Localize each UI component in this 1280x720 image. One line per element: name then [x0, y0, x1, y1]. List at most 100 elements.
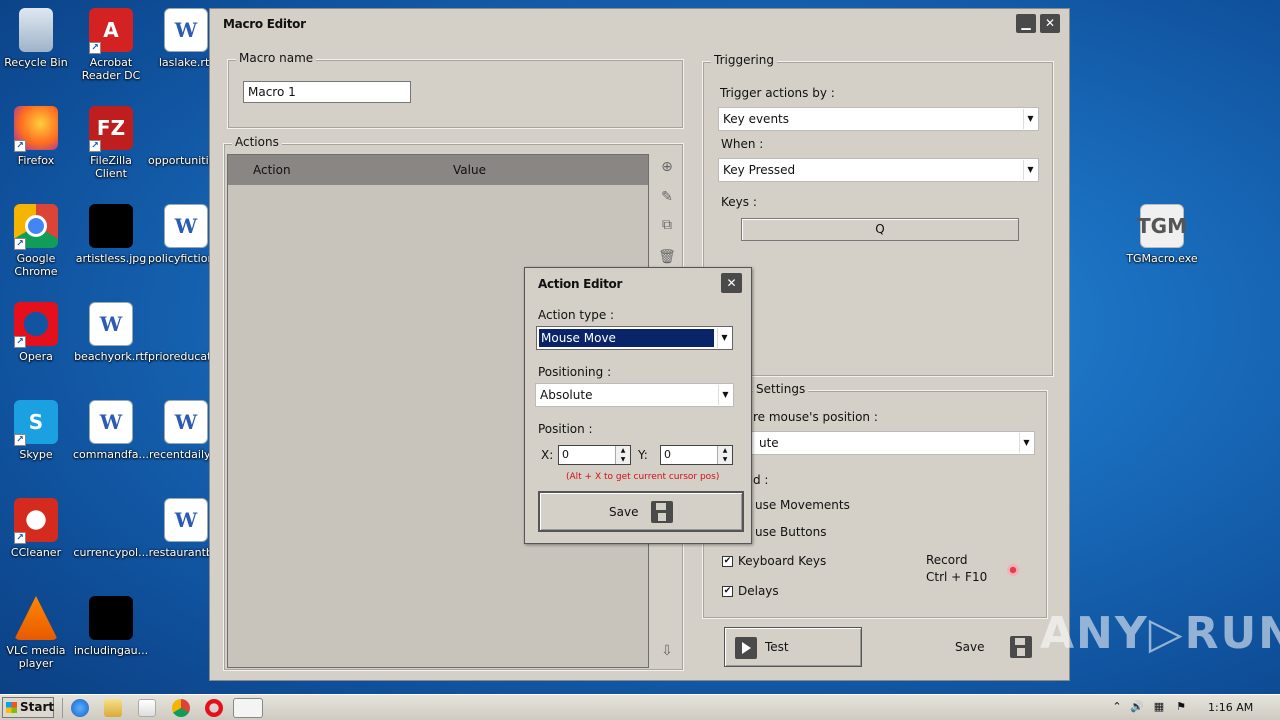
desktop-icon-label: Recycle Bin	[4, 56, 68, 69]
positioning-label: Positioning :	[538, 365, 612, 379]
keys-capture-field[interactable]: Q	[741, 218, 1019, 241]
desktop-icon-beachyork[interactable]: W beachyork.rtf	[73, 302, 149, 363]
desktop-icon-label: CCleaner	[10, 546, 62, 559]
import-action-icon[interactable]: ⇩	[657, 641, 677, 661]
image-file-icon	[89, 596, 133, 640]
word-document-icon: W	[89, 400, 133, 444]
recycle-bin-icon	[19, 8, 53, 52]
acrobat-icon: A ↗	[89, 8, 133, 54]
dialog-close-button[interactable]: ✕	[721, 273, 742, 293]
opera-taskbar-icon[interactable]	[205, 699, 223, 717]
desktop-icon-filezilla[interactable]: FZ ↗ FileZilla Client	[73, 106, 149, 180]
duplicate-action-icon[interactable]: ⧉	[657, 215, 677, 235]
file-icon	[164, 302, 208, 346]
ccleaner-icon: ↗	[14, 498, 58, 544]
chevron-down-icon: ▼	[717, 328, 731, 348]
trigger-by-select[interactable]: Key events ▼	[718, 107, 1039, 131]
cursor-pos-hint: (Alt + X to get current cursor pos)	[566, 472, 720, 482]
desktop-icon-label: VLC media player	[6, 644, 66, 670]
desktop-icon-chrome[interactable]: ↗ Google Chrome	[0, 204, 74, 278]
delete-action-icon[interactable]: 🗑	[657, 247, 677, 267]
desktop-icon-currencypol[interactable]: currencypol...	[73, 498, 149, 559]
skype-icon: S ↗	[14, 400, 58, 446]
chevron-down-icon: ▼	[1023, 109, 1037, 129]
positioning-select[interactable]: Absolute ▼	[535, 383, 734, 407]
y-position-input[interactable]: 0 ▲ ▼	[660, 445, 733, 465]
taskbar-separator	[62, 698, 63, 718]
file-icon	[164, 106, 208, 150]
keyboard-keys-label: Keyboard Keys	[738, 554, 827, 568]
macro-name-input[interactable]: Macro 1	[243, 81, 411, 103]
desktop-icon-recycle-bin[interactable]: Recycle Bin	[0, 8, 74, 69]
chevron-down-icon: ▼	[1023, 160, 1037, 180]
desktop-icon-firefox[interactable]: ↗ Firefox	[0, 106, 74, 167]
mouse-position-select[interactable]: ute ▼	[718, 431, 1035, 455]
desktop-icon-vlc[interactable]: VLC media player	[0, 596, 74, 670]
edit-action-icon[interactable]: ✎	[657, 187, 677, 207]
delays-checkbox[interactable]: ✔	[722, 586, 733, 597]
clock[interactable]: 1:16 AM	[1208, 701, 1253, 714]
desktop-icon-commandfa[interactable]: W commandfa...	[73, 400, 149, 461]
start-button[interactable]: Start	[2, 697, 54, 718]
when-value: Key Pressed	[723, 163, 796, 177]
column-header-value[interactable]: Value	[453, 163, 486, 177]
desktop-icon-label: Acrobat Reader DC	[81, 56, 141, 82]
spinner-icon[interactable]: ▲ ▼	[717, 446, 732, 464]
desktop-icon-tgmacro[interactable]: TGM TGMacro.exe	[1124, 204, 1200, 265]
action-type-select[interactable]: Mouse Move ▼	[536, 326, 733, 350]
keyboard-keys-checkbox[interactable]: ✔	[722, 556, 733, 567]
network-icon[interactable]: ▦	[1152, 700, 1166, 714]
word-document-icon: W	[164, 400, 208, 444]
desktop-icon-label: beachyork.rtf	[74, 350, 148, 363]
record-indicator-icon[interactable]	[1007, 564, 1019, 576]
word-document-icon: W	[164, 498, 208, 542]
save-button[interactable]: Save	[955, 640, 984, 654]
opera-icon: ↗	[14, 302, 58, 348]
desktop-icon-label: Google Chrome	[14, 252, 58, 278]
trigger-by-label: Trigger actions by :	[720, 86, 835, 100]
y-label: Y:	[638, 448, 648, 462]
desktop-icon-artistless[interactable]: artistless.jpg	[73, 204, 149, 265]
group-label: Actions	[232, 135, 282, 149]
desktop-icon-label: currencypol...	[73, 546, 149, 559]
desktop-icon-skype[interactable]: S ↗ Skype	[0, 400, 74, 461]
add-action-icon[interactable]: ⊕	[657, 157, 677, 177]
word-document-icon: W	[89, 302, 133, 346]
volume-icon[interactable]: 🔊	[1130, 700, 1144, 714]
save-icon[interactable]	[1010, 636, 1032, 658]
desktop-icon-ccleaner[interactable]: ↗ CCleaner	[0, 498, 74, 559]
x-label: X:	[541, 448, 554, 462]
chevron-down-icon: ▼	[718, 385, 732, 405]
desktop-icon-includingau[interactable]: includingau...	[73, 596, 149, 657]
spinner-icon[interactable]: ▲ ▼	[615, 446, 630, 464]
tray-expand-icon[interactable]: ⌃	[1110, 700, 1124, 714]
filezilla-icon: FZ ↗	[89, 106, 133, 152]
word-document-icon: W	[164, 204, 208, 248]
delays-label: Delays	[738, 584, 779, 598]
chrome-icon: ↗	[14, 204, 58, 250]
minimize-button[interactable]: ▁	[1016, 14, 1036, 33]
column-header-action[interactable]: Action	[253, 163, 291, 177]
close-button[interactable]: ✕	[1040, 14, 1060, 33]
chrome-taskbar-icon[interactable]	[172, 699, 190, 717]
desktop-icon-acrobat[interactable]: A ↗ Acrobat Reader DC	[73, 8, 149, 82]
test-button[interactable]: Test	[724, 627, 862, 667]
chevron-down-icon: ▼	[1019, 433, 1033, 453]
media-player-icon[interactable]	[138, 699, 156, 717]
group-label: Macro name	[236, 51, 317, 65]
internet-explorer-icon[interactable]	[71, 699, 89, 717]
when-select[interactable]: Key Pressed ▼	[718, 158, 1039, 182]
tgmacro-taskbar-button[interactable]	[233, 698, 263, 718]
file-explorer-icon[interactable]	[104, 699, 122, 717]
mouse-buttons-label: use Buttons	[755, 525, 827, 539]
dialog-save-button[interactable]: Save	[538, 491, 744, 532]
test-button-label: Test	[765, 640, 789, 654]
vlc-icon	[14, 596, 58, 640]
mouse-movements-label: use Movements	[755, 498, 850, 512]
desktop-icon-opera[interactable]: ↗ Opera	[0, 302, 74, 363]
x-position-input[interactable]: 0 ▲ ▼	[558, 445, 631, 465]
record-shortcut: Ctrl + F10	[926, 570, 988, 584]
action-center-flag-icon[interactable]: ⚑	[1174, 700, 1188, 714]
anyrun-watermark: ANY▷RUN	[1040, 608, 1280, 659]
file-icon	[89, 498, 133, 542]
